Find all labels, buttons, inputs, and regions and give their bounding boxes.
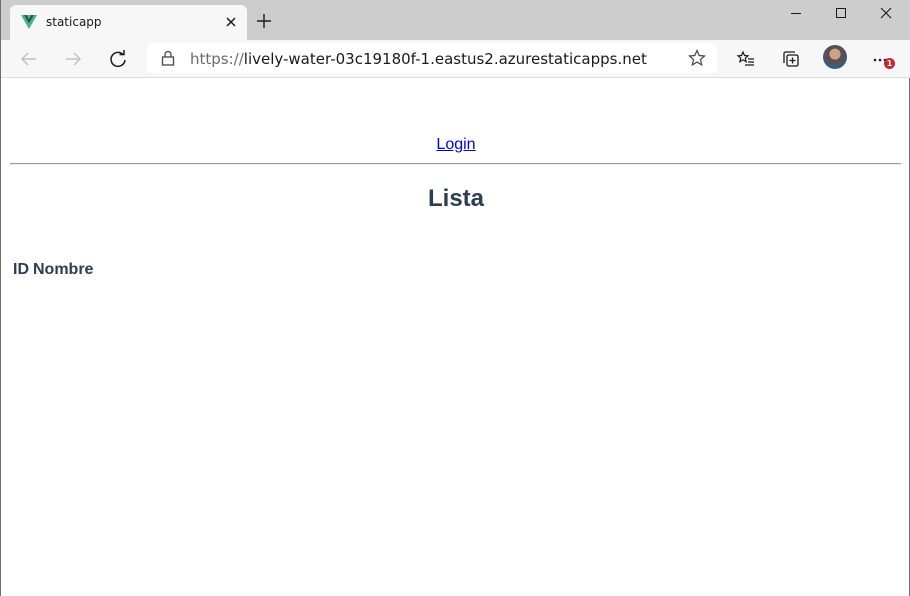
url-host: lively-water-03c19180f-1.eastus2.azurest… xyxy=(243,50,647,68)
close-window-icon[interactable] xyxy=(879,6,893,20)
favorite-star-icon[interactable] xyxy=(688,49,706,67)
favorites-icon[interactable] xyxy=(736,49,756,69)
close-tab-icon[interactable] xyxy=(224,15,238,29)
lock-icon[interactable] xyxy=(161,50,175,66)
collections-icon[interactable] xyxy=(781,49,801,69)
vue-logo-icon xyxy=(21,15,37,29)
address-bar[interactable]: https://lively-water-03c19180f-1.eastus2… xyxy=(147,43,717,73)
new-tab-icon[interactable] xyxy=(256,13,272,29)
page-title: Lista xyxy=(427,185,484,212)
maximize-icon[interactable] xyxy=(834,6,848,20)
table-header-row: ID Nombre xyxy=(13,261,97,279)
browser-tab[interactable]: staticapp xyxy=(10,5,247,40)
url-text[interactable]: https://lively-water-03c19180f-1.eastus2… xyxy=(190,50,647,68)
browser-window: staticapp https://lively-water-03c19180f… xyxy=(0,0,910,596)
login-link[interactable]: Login xyxy=(436,136,475,153)
page-content: Login Lista ID Nombre xyxy=(2,78,910,596)
table-header-id: ID xyxy=(13,261,29,278)
back-arrow-icon[interactable] xyxy=(19,49,39,69)
notification-badge: 1 xyxy=(884,58,895,69)
browser-toolbar: https://lively-water-03c19180f-1.eastus2… xyxy=(1,40,910,78)
refresh-icon[interactable] xyxy=(108,49,128,69)
nav-bar: Login xyxy=(2,136,910,154)
url-scheme: https:// xyxy=(190,50,244,68)
divider xyxy=(10,163,901,165)
forward-arrow-icon[interactable] xyxy=(63,49,83,69)
profile-avatar[interactable] xyxy=(823,45,847,69)
table-header-nombre: Nombre xyxy=(33,261,94,278)
minimize-icon[interactable] xyxy=(789,6,803,20)
tab-strip: staticapp xyxy=(1,0,910,40)
tab-title: staticapp xyxy=(46,15,102,29)
